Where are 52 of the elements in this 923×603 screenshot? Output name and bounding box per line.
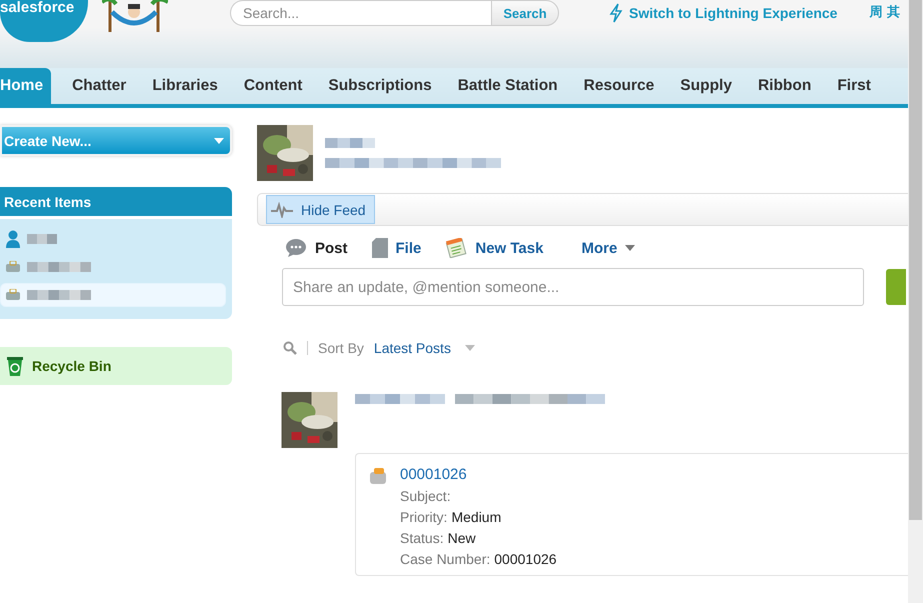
field-label: Case Number: <box>400 551 490 567</box>
search-icon <box>283 341 297 355</box>
briefcase-icon <box>5 289 21 301</box>
nav-tab[interactable]: Supply <box>667 68 745 104</box>
caret-icon <box>625 245 636 251</box>
nav-tab[interactable]: Content <box>230 68 316 104</box>
field-label: Subject: <box>400 488 451 504</box>
case-link[interactable]: 00001026 <box>400 466 557 483</box>
field-value: Medium <box>451 509 502 525</box>
field-label: Priority: <box>400 509 448 525</box>
recent-items-header: Recent Items <box>0 187 232 216</box>
field-value: New <box>448 530 476 546</box>
share-update-field[interactable]: Share an update, @mention someone... <box>282 268 864 306</box>
mascot-hammock-drawing <box>102 0 168 32</box>
publisher-tab[interactable]: New Task <box>445 238 544 258</box>
blurred-text-drawing <box>325 136 375 150</box>
sort-label: Sort By <box>318 340 364 356</box>
trash-can-icon <box>6 356 24 376</box>
recent-item[interactable] <box>0 283 226 307</box>
scrollbar[interactable] <box>908 0 923 603</box>
nav-tab[interactable]: Battle Station <box>444 68 571 104</box>
notepad-icon <box>445 238 468 258</box>
case-icon <box>368 466 388 486</box>
person-icon <box>5 230 21 248</box>
briefcase-icon <box>5 261 21 273</box>
publisher-tab[interactable]: More <box>581 240 636 256</box>
nav-tab[interactable]: Chatter <box>59 68 140 104</box>
share-button[interactable] <box>886 269 906 305</box>
field-label: Status: <box>400 530 444 546</box>
sort-dropdown[interactable]: Latest Posts <box>374 340 475 356</box>
field-value: 00001026 <box>494 551 557 567</box>
publisher-tab[interactable]: Post <box>285 238 348 258</box>
caret-icon <box>214 138 224 144</box>
speech-bubble-icon <box>285 238 307 258</box>
publisher-tab[interactable]: File <box>372 238 422 258</box>
nav-tab[interactable]: Home <box>0 68 52 104</box>
blurred-text-drawing <box>27 260 91 274</box>
logo[interactable]: salesforce <box>0 0 88 42</box>
nav-tab[interactable]: Resource <box>570 68 668 104</box>
lightning-bolt-icon <box>609 3 623 23</box>
blurred-text-drawing <box>27 288 91 302</box>
document-icon <box>372 238 388 258</box>
nav-tab[interactable]: Ribbon <box>744 68 824 104</box>
caret-icon <box>464 345 475 351</box>
search-field[interactable]: Search... <box>230 0 491 26</box>
blurred-text-drawing <box>27 232 57 246</box>
pulse-icon <box>271 202 293 218</box>
nav-tab[interactable]: Libraries <box>139 68 231 104</box>
recycle-bin-link[interactable]: Recycle Bin <box>0 347 232 385</box>
nav-tab[interactable]: First <box>824 68 884 104</box>
nav-tab[interactable]: Subscriptions <box>315 68 445 104</box>
hide-feed-button[interactable]: Hide Feed <box>266 195 375 224</box>
